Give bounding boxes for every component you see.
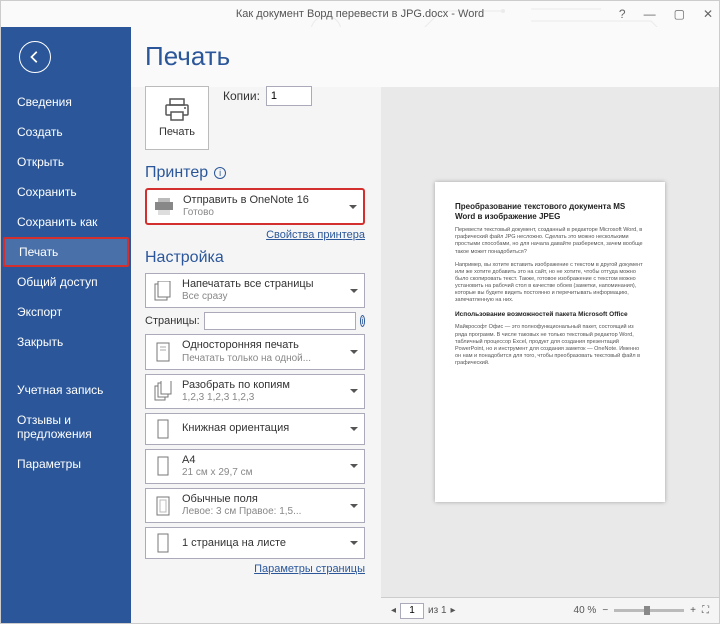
printer-dropdown[interactable]: Отправить в OneNote 16 Готово (145, 188, 365, 225)
sidebar-item-feedback[interactable]: Отзывы и предложения (1, 405, 131, 449)
portrait-icon (152, 418, 174, 440)
back-button[interactable] (19, 41, 51, 73)
margins-icon (152, 495, 174, 517)
sidebar-item-saveas[interactable]: Сохранить как (1, 207, 131, 237)
collate-icon (152, 380, 174, 402)
pages-label: Страницы: (145, 315, 200, 327)
setup-section-title: Настройка (145, 249, 365, 267)
chevron-down-icon (350, 427, 358, 431)
chevron-down-icon (350, 350, 358, 354)
orientation-dropdown[interactable]: Книжная ориентация (145, 413, 365, 445)
margins-dropdown[interactable]: Обычные поляЛевое: 3 см Правое: 1,5... (145, 488, 365, 523)
page-size-icon (152, 455, 174, 477)
sidebar-item-export[interactable]: Экспорт (1, 297, 131, 327)
sidebar-item-info[interactable]: Сведения (1, 87, 131, 117)
sides-dropdown[interactable]: Односторонняя печатьПечатать только на о… (145, 334, 365, 369)
sidebar-item-open[interactable]: Открыть (1, 147, 131, 177)
sidebar-item-account[interactable]: Учетная запись (1, 375, 131, 405)
print-button[interactable]: Печать (145, 86, 209, 150)
print-range-dropdown[interactable]: Напечатать все страницыВсе сразу (145, 273, 365, 308)
copies-label: Копии: (223, 89, 260, 103)
chevron-down-icon (350, 541, 358, 545)
chevron-down-icon (349, 205, 357, 209)
one-side-icon (152, 341, 174, 363)
sidebar-item-print[interactable]: Печать (3, 237, 129, 267)
sidebar-item-new[interactable]: Создать (1, 117, 131, 147)
info-icon[interactable]: i (214, 167, 226, 179)
prev-page-icon[interactable]: ◂ (391, 605, 396, 616)
collate-dropdown[interactable]: Разобрать по копиям1,2,3 1,2,3 1,2,3 (145, 374, 365, 409)
print-preview-panel: Преобразование текстового документа MS W… (381, 87, 719, 623)
sidebar-item-close[interactable]: Закрыть (1, 327, 131, 357)
fit-page-icon[interactable]: ⛶ (702, 605, 709, 616)
pages-per-sheet-dropdown[interactable]: 1 страница на листе (145, 527, 365, 559)
chevron-down-icon (350, 289, 358, 293)
zoom-out-icon[interactable]: − (602, 605, 608, 616)
printer-device-icon (153, 196, 175, 218)
copies-input[interactable] (266, 86, 312, 106)
printer-status: Готово (183, 207, 341, 219)
printer-section-title: Принтер i (145, 164, 365, 182)
next-page-icon[interactable]: ▸ (451, 605, 456, 616)
chevron-down-icon (350, 504, 358, 508)
preview-status-bar: ◂ из 1 ▸ 40 % − + ⛶ (381, 597, 719, 623)
zoom-label: 40 % (574, 605, 597, 616)
sidebar-item-options[interactable]: Параметры (1, 449, 131, 479)
chevron-down-icon (350, 389, 358, 393)
page-setup-link[interactable]: Параметры страницы (145, 563, 365, 575)
pages-input[interactable] (204, 312, 356, 330)
page-count-label: из 1 (428, 605, 447, 616)
doc-heading: Преобразование текстового документа MS W… (455, 202, 645, 221)
chevron-down-icon (350, 464, 358, 468)
page-title: Печать (145, 41, 365, 72)
printer-properties-link[interactable]: Свойства принтера (145, 229, 365, 241)
printer-icon (163, 98, 191, 122)
sidebar-item-save[interactable]: Сохранить (1, 177, 131, 207)
one-page-icon (152, 532, 174, 554)
pages-icon (152, 280, 174, 302)
zoom-slider[interactable] (614, 609, 684, 612)
sidebar-item-share[interactable]: Общий доступ (1, 267, 131, 297)
page-number-input[interactable] (400, 603, 424, 619)
zoom-in-icon[interactable]: + (690, 605, 696, 616)
info-icon[interactable]: i (360, 315, 365, 327)
paper-size-dropdown[interactable]: A421 см x 29,7 см (145, 449, 365, 484)
print-settings-panel: Печать Печать Копии: Принтер (131, 27, 381, 623)
printer-name: Отправить в OneNote 16 (183, 194, 341, 207)
preview-page: Преобразование текстового документа MS W… (435, 182, 665, 502)
backstage-sidebar: Сведения Создать Открыть Сохранить Сохра… (1, 27, 131, 623)
